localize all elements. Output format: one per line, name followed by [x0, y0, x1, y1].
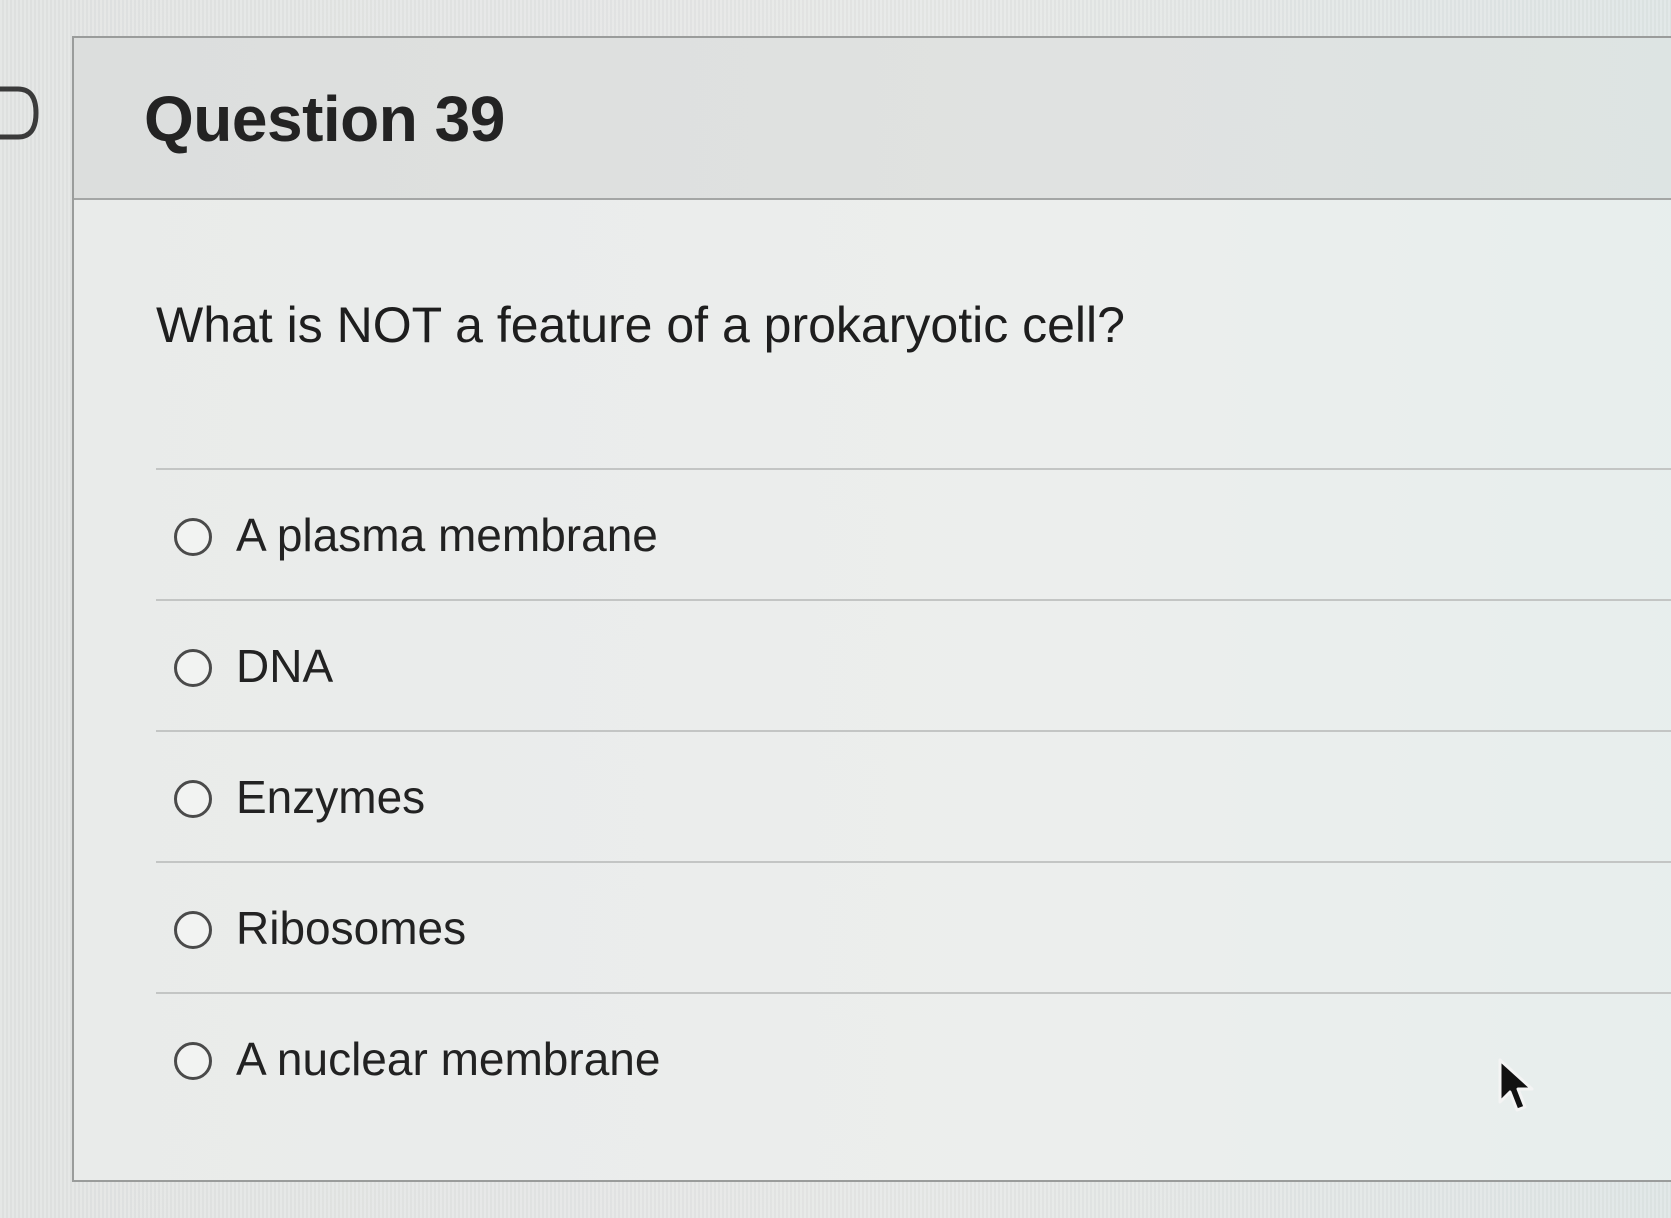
- radio-button-icon[interactable]: [174, 911, 212, 949]
- question-header: Question 39: [74, 38, 1671, 200]
- answer-option[interactable]: DNA: [156, 599, 1671, 730]
- answer-label[interactable]: DNA: [236, 639, 333, 693]
- answer-label[interactable]: Enzymes: [236, 770, 425, 824]
- answer-label[interactable]: A plasma membrane: [236, 508, 658, 562]
- answer-label[interactable]: A nuclear membrane: [236, 1032, 660, 1086]
- mouse-pointer-icon: [1498, 1058, 1534, 1112]
- radio-button-icon[interactable]: [174, 1042, 212, 1080]
- radio-button-icon[interactable]: [174, 518, 212, 556]
- answer-list: A plasma membrane DNA Enzymes Ribosomes …: [156, 468, 1671, 1123]
- radio-button-icon[interactable]: [174, 649, 212, 687]
- answer-label[interactable]: Ribosomes: [236, 901, 466, 955]
- radio-button-icon[interactable]: [174, 780, 212, 818]
- answer-option[interactable]: Ribosomes: [156, 861, 1671, 992]
- question-title: Question 39: [144, 83, 505, 155]
- answer-option[interactable]: A nuclear membrane: [156, 992, 1671, 1123]
- answer-option[interactable]: Enzymes: [156, 730, 1671, 861]
- answer-option[interactable]: A plasma membrane: [156, 468, 1671, 599]
- flag-question-icon[interactable]: [0, 86, 40, 140]
- question-text: What is NOT a feature of a prokaryotic c…: [156, 297, 1125, 353]
- question-card: Question 39 What is NOT a feature of a p…: [72, 36, 1671, 1182]
